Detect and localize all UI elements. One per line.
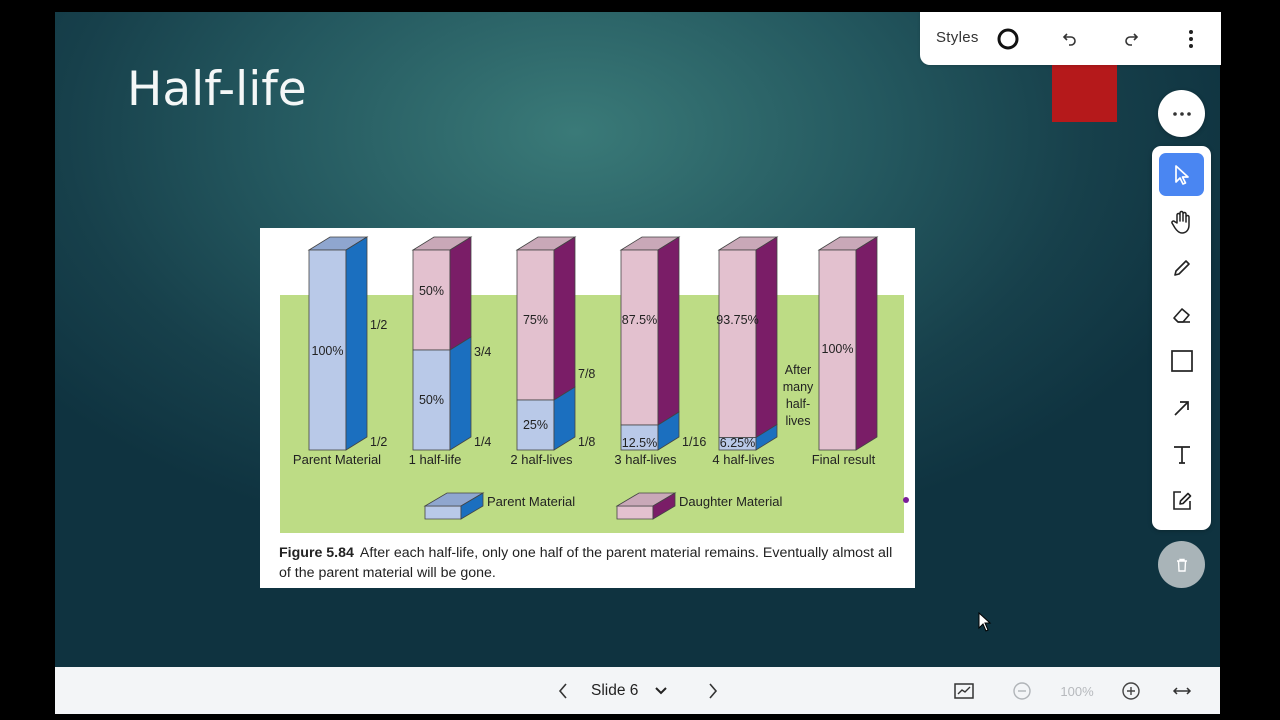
after-many-half-lives-label: lives (785, 414, 810, 428)
column-label: Parent Material (293, 452, 381, 467)
bar-daughter-label: 100% (822, 342, 854, 356)
legend-daughter-label: Daughter Material (679, 494, 782, 509)
column-label: Final result (812, 452, 876, 467)
slide-overview-button[interactable] (952, 678, 976, 704)
column-label: 3 half-lives (614, 452, 677, 467)
styles-button[interactable]: Styles (936, 29, 979, 46)
previous-slide-button[interactable] (553, 678, 573, 704)
column-label: 4 half-lives (712, 452, 775, 467)
more-actions-button[interactable] (1158, 90, 1205, 137)
chevron-down-icon (655, 687, 668, 695)
edit-note-icon (1172, 490, 1191, 510)
bar-daughter-side (855, 236, 878, 451)
bottom-navigation-bar: Slide 6 100% (55, 667, 1220, 714)
hand-icon (1170, 210, 1190, 234)
bar-daughter-segment (412, 249, 451, 351)
zoom-in-icon (1122, 682, 1140, 700)
more-options-vertical-icon[interactable] (1178, 26, 1204, 52)
legend-daughter-swatch-front (616, 505, 654, 520)
arrow-icon (1173, 400, 1189, 416)
note-tool-button[interactable] (1159, 479, 1204, 522)
fraction-parent-label: 1/2 (370, 435, 387, 449)
legend-parent-label: Parent Material (487, 494, 575, 509)
slide-selector[interactable]: Slide 6 (591, 678, 668, 704)
bar-daughter-label: 50% (419, 284, 444, 298)
pencil-icon (1173, 259, 1190, 276)
bar-parent-label: 6.25% (720, 436, 755, 450)
after-many-half-lives-label: many (783, 380, 814, 394)
chevron-right-icon (709, 683, 718, 699)
square-icon (1170, 349, 1193, 372)
bar-daughter-label: 75% (523, 313, 548, 327)
delete-button[interactable] (1158, 541, 1205, 588)
bar-parent-side (449, 336, 472, 451)
figure-caption: Figure 5.84 After each half-life, only on… (279, 543, 899, 583)
bar-daughter-segment (718, 249, 757, 438)
fraction-parent-label: 1/8 (578, 435, 595, 449)
after-many-half-lives-label: half- (786, 397, 810, 411)
eraser-icon (1172, 307, 1190, 323)
bar-daughter-label: 87.5% (622, 313, 657, 327)
top-toolbar: Styles (920, 12, 1221, 65)
bar-daughter-side (657, 236, 680, 426)
next-slide-button[interactable] (703, 678, 723, 704)
undo-icon[interactable] (1057, 26, 1083, 52)
bar-parent-label: 25% (523, 418, 548, 432)
bar-daughter-side (449, 236, 472, 351)
fraction-daughter-label: 1/2 (370, 318, 387, 332)
fraction-parent-label: 1/16 (682, 435, 706, 449)
bar-daughter-side (553, 236, 576, 401)
redo-icon[interactable] (1118, 26, 1144, 52)
bar-daughter-label: 93.75% (716, 313, 758, 327)
text-tool-button[interactable] (1159, 432, 1204, 475)
bar-parent-label: 100% (312, 344, 344, 358)
mouse-cursor-icon (978, 612, 992, 632)
fit-width-button[interactable] (1170, 678, 1194, 704)
chevron-left-icon (558, 683, 567, 699)
eraser-tool-button[interactable] (1159, 293, 1204, 336)
column-label: 2 half-lives (510, 452, 573, 467)
red-rectangle-shape[interactable] (1052, 65, 1117, 122)
figure-caption-label: Figure 5.84 (279, 545, 354, 561)
arrow-tool-button[interactable] (1159, 386, 1204, 429)
bar-parent-label: 50% (419, 393, 444, 407)
fraction-parent-label: 1/4 (474, 435, 491, 449)
bar-parent-label: 12.5% (622, 436, 657, 450)
more-horizontal-icon (1172, 111, 1191, 116)
after-many-half-lives-label: After (785, 363, 811, 377)
selection-handle (903, 497, 909, 503)
trash-icon (1176, 558, 1187, 572)
fraction-daughter-label: 3/4 (474, 345, 491, 359)
pen-tool-button[interactable] (1159, 246, 1204, 289)
bar-parent-side (345, 236, 368, 451)
zoom-out-icon (1013, 682, 1031, 700)
stroke-style-icon[interactable] (995, 26, 1021, 52)
half-life-figure[interactable]: 100% 1/2 1/2 Parent Material 50% 50% 3/4 1/4 1 h… (260, 228, 915, 588)
zoom-out-button[interactable] (1011, 678, 1033, 704)
half-life-diagram: 100% 1/2 1/2 Parent Material 50% 50% 3/4 1/4 1 h… (280, 236, 909, 533)
slide-title[interactable]: Half-life (127, 62, 307, 117)
bar-daughter-side (755, 236, 778, 439)
drawing-tool-panel (1152, 146, 1211, 530)
pointer-icon (1174, 164, 1189, 185)
legend-parent-swatch-front (424, 505, 462, 520)
slide-number-label: Slide 6 (591, 682, 639, 699)
zoom-in-button[interactable] (1120, 678, 1142, 704)
slide-canvas[interactable]: Half-life 100% 1/2 1/2 Parent Material 50% 50… (55, 12, 1220, 667)
fit-width-icon (1172, 687, 1192, 695)
bar-daughter-segment (620, 249, 659, 426)
fraction-daughter-label: 7/8 (578, 367, 595, 381)
figure-caption-text: After each half-life, only one half of t… (279, 545, 893, 581)
text-icon (1173, 445, 1190, 464)
presentation-chart-icon (954, 683, 974, 699)
select-tool-button[interactable] (1159, 153, 1204, 196)
column-label: 1 half-life (409, 452, 462, 467)
rectangle-tool-button[interactable] (1159, 339, 1204, 382)
zoom-level: 100% (1060, 683, 1094, 699)
pan-tool-button[interactable] (1159, 200, 1204, 243)
